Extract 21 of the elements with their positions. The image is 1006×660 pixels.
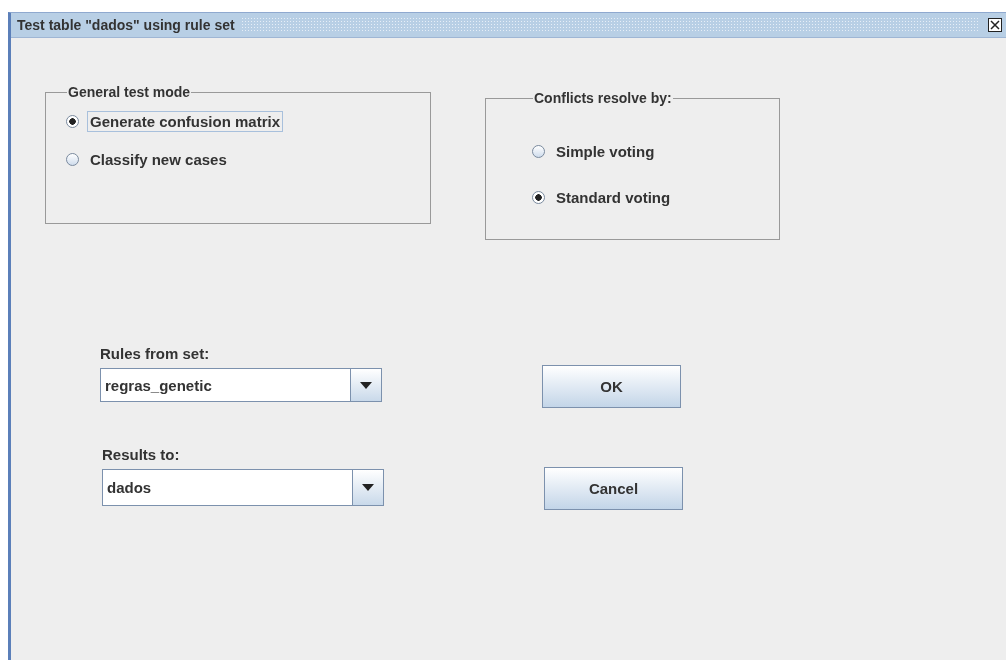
- radio-label[interactable]: Generate confusion matrix: [87, 110, 284, 132]
- field-label: Rules from set:: [100, 345, 211, 362]
- close-icon: [988, 18, 1002, 32]
- radio-label[interactable]: Simple voting: [553, 140, 658, 162]
- radio-button[interactable]: [532, 190, 545, 204]
- caret-icon: [362, 484, 374, 491]
- dialog-button[interactable]: OK: [542, 365, 681, 408]
- group-title: Conflicts resolve by:: [533, 90, 673, 106]
- dialog-button[interactable]: Cancel: [544, 467, 683, 510]
- caret-icon: [360, 381, 372, 389]
- close-button[interactable]: [988, 18, 1002, 32]
- field-label: Results to:: [102, 446, 181, 463]
- radio-label[interactable]: Standard voting: [553, 186, 674, 208]
- radio-button[interactable]: [532, 144, 545, 158]
- window-title: Test table "dados" using rule set: [17, 17, 235, 33]
- group-title: General test mode: [67, 84, 192, 100]
- dropdown[interactable]: dados: [102, 469, 384, 506]
- radio-button[interactable]: [66, 114, 79, 128]
- dropdown[interactable]: regras_genetic: [100, 368, 382, 402]
- radio-label[interactable]: Classify new cases: [87, 148, 230, 170]
- radio-button[interactable]: [66, 152, 79, 166]
